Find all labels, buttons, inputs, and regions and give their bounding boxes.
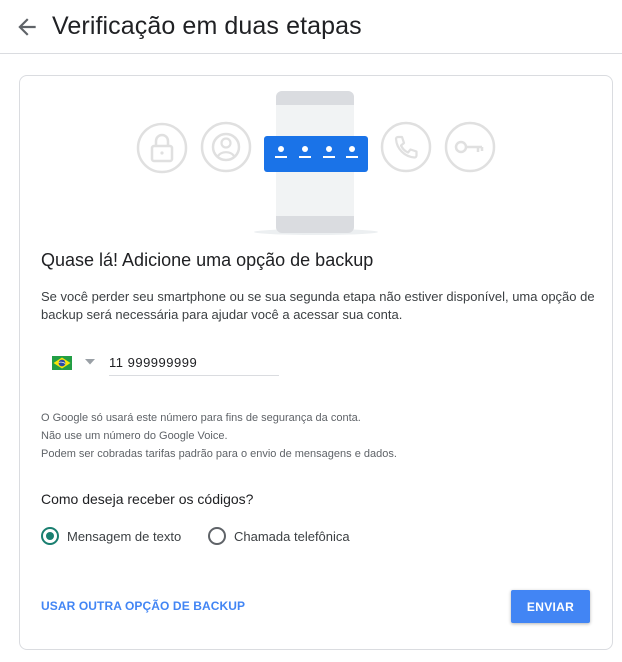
section-heading: Quase lá! Adicione uma opção de backup — [41, 250, 374, 270]
radio-label: Chamada telefônica — [234, 528, 350, 544]
use-other-backup-link[interactable]: USAR OUTRA OPÇÃO DE BACKUP — [41, 599, 245, 613]
phone-notice: O Google só usará este número para fins … — [41, 409, 397, 463]
page-title: Verificação em duas etapas — [52, 12, 362, 40]
notice-line: Não use um número do Google Voice. — [41, 430, 228, 442]
delivery-question: Como deseja receber os códigos? — [41, 491, 254, 507]
back-button[interactable] — [14, 14, 40, 40]
radio-text-message[interactable]: Mensagem de texto — [41, 526, 181, 546]
lock-icon — [136, 122, 188, 174]
send-button[interactable]: ENVIAR — [511, 590, 590, 623]
illustration — [136, 91, 496, 235]
key-icon — [444, 121, 496, 173]
radio-unchecked-icon[interactable] — [208, 527, 226, 545]
brazil-flag-icon[interactable] — [52, 356, 72, 370]
backup-option-card: Quase lá! Adicione uma opção de backup S… — [19, 75, 613, 650]
phone-number-row — [41, 354, 281, 378]
radio-label: Mensagem de texto — [67, 528, 182, 544]
delivery-method-radio-group: Mensagem de texto Chamada telefônica — [41, 526, 441, 546]
radio-checked-icon[interactable] — [41, 527, 59, 545]
app-header: Verificação em duas etapas — [0, 0, 622, 54]
phone-call-icon — [380, 121, 432, 173]
account-circle-icon — [200, 121, 252, 173]
phone-with-code-icon — [254, 91, 378, 235]
radio-phone-call[interactable]: Chamada telefônica — [208, 526, 350, 546]
notice-line: O Google só usará este número para fins … — [41, 412, 361, 424]
phone-number-input[interactable] — [109, 354, 279, 376]
section-description: Se você perder seu smartphone ou se sua … — [41, 289, 595, 322]
arrow-back-icon — [18, 18, 36, 36]
notice-line: Podem ser cobradas tarifas padrão para o… — [41, 448, 397, 460]
chevron-down-icon[interactable] — [84, 358, 96, 366]
